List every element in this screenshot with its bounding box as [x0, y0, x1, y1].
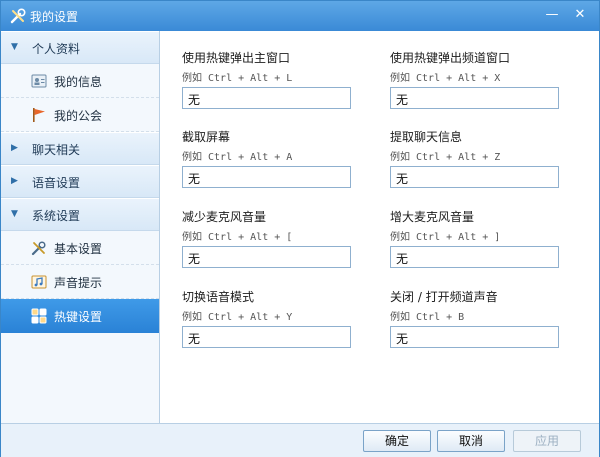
sidebar-item-basic-settings[interactable]: 基本设置	[1, 231, 159, 265]
hotkey-label: 使用热键弹出主窗口	[182, 51, 291, 65]
hotkey-field-main-window: 使用热键弹出主窗口 例如 Ctrl + Alt + L 无	[182, 49, 382, 109]
sidebar-group-label: 语音设置	[32, 176, 81, 190]
minimize-icon: —	[545, 7, 559, 22]
hotkey-field-screenshot: 截取屏幕 例如 Ctrl + Alt + A 无	[182, 128, 382, 188]
hotkey-input[interactable]: 无	[390, 87, 559, 109]
collapsed-triangle-icon: ▶	[11, 143, 18, 153]
hotkey-field-channel-window: 使用热键弹出频道窗口 例如 Ctrl + Alt + X 无	[390, 49, 590, 109]
hotkey-label: 截取屏幕	[182, 130, 231, 144]
sidebar-group-label: 个人资料	[32, 42, 81, 56]
sidebar-group-system[interactable]: ▼ 系统设置	[1, 198, 159, 231]
sidebar-group-label: 系统设置	[32, 209, 81, 223]
expanded-triangle-icon: ▼	[11, 209, 18, 219]
sidebar-item-label: 我的公会	[54, 109, 103, 123]
sidebar-item-label: 我的信息	[54, 75, 103, 89]
hotkey-input[interactable]: 无	[182, 246, 351, 268]
sidebar-group-voice[interactable]: ▶ 语音设置	[1, 165, 159, 198]
hotkey-input[interactable]: 无	[182, 326, 351, 348]
close-button[interactable]: ✕	[569, 5, 591, 25]
sidebar-item-hotkey-settings[interactable]: 热键设置	[1, 299, 159, 333]
hotkey-label: 切换语音模式	[182, 290, 255, 304]
sidebar-item-label: 声音提示	[54, 276, 103, 290]
sidebar-group-chat[interactable]: ▶ 聊天相关	[1, 132, 159, 165]
ok-button[interactable]: 确定	[363, 430, 431, 452]
dialog-footer: 确定 取消 应用	[1, 423, 599, 457]
tools-icon	[31, 241, 46, 256]
hotkey-input[interactable]: 无	[390, 246, 559, 268]
id-card-icon	[31, 74, 47, 88]
hotkey-label: 提取聊天信息	[390, 130, 463, 144]
hotkey-hint: 例如 Ctrl + B	[390, 312, 465, 323]
hotkey-input[interactable]: 无	[182, 87, 351, 109]
hotkey-field-voice-mode: 切换语音模式 例如 Ctrl + Alt + Y 无	[182, 288, 382, 348]
keyboard-grid-icon	[31, 308, 47, 324]
hotkey-hint: 例如 Ctrl + Alt + L	[182, 73, 293, 84]
expanded-triangle-icon: ▼	[11, 42, 18, 52]
flag-icon	[33, 108, 45, 122]
hotkey-label: 增大麦克风音量	[390, 210, 475, 224]
hotkey-label: 关闭 / 打开频道声音	[390, 290, 498, 304]
collapsed-triangle-icon: ▶	[11, 176, 18, 186]
hotkey-label: 使用热键弹出频道窗口	[390, 51, 511, 65]
hotkey-label: 减少麦克风音量	[182, 210, 267, 224]
sidebar-item-my-info[interactable]: 我的信息	[1, 64, 159, 98]
sidebar: ▼ 个人资料 我的信息 我的公会 ▶ 聊天相关 ▶ 语音设置 ▼ 系统设置 基本…	[1, 31, 160, 423]
tools-icon	[10, 8, 26, 24]
sidebar-item-my-guild[interactable]: 我的公会	[1, 98, 159, 132]
sidebar-item-sound-alerts[interactable]: 声音提示	[1, 265, 159, 299]
sidebar-group-personal[interactable]: ▼ 个人资料	[1, 31, 159, 64]
hotkey-input[interactable]: 无	[182, 166, 351, 188]
sound-note-icon	[31, 275, 47, 289]
hotkey-field-channel-sound: 关闭 / 打开频道声音 例如 Ctrl + B 无	[390, 288, 590, 348]
hotkey-hint: 例如 Ctrl + Alt + Z	[390, 152, 501, 163]
hotkey-hint: 例如 Ctrl + Alt + ]	[390, 232, 501, 243]
hotkey-field-extract-chat: 提取聊天信息 例如 Ctrl + Alt + Z 无	[390, 128, 590, 188]
close-icon: ✕	[574, 7, 586, 22]
sidebar-item-label: 热键设置	[54, 310, 103, 324]
title-bar[interactable]: 我的设置 — ✕	[1, 1, 599, 31]
sidebar-group-label: 聊天相关	[32, 143, 81, 157]
hotkey-field-mic-up: 增大麦克风音量 例如 Ctrl + Alt + ] 无	[390, 208, 590, 268]
hotkey-input[interactable]: 无	[390, 166, 559, 188]
hotkey-input[interactable]: 无	[390, 326, 559, 348]
hotkey-hint: 例如 Ctrl + Alt + A	[182, 152, 293, 163]
hotkey-hint: 例如 Ctrl + Alt + X	[390, 73, 501, 84]
hotkey-hint: 例如 Ctrl + Alt + [	[182, 232, 293, 243]
hotkey-field-mic-down: 减少麦克风音量 例如 Ctrl + Alt + [ 无	[182, 208, 382, 268]
window-title: 我的设置	[30, 10, 79, 24]
apply-button[interactable]: 应用	[513, 430, 581, 452]
sidebar-item-label: 基本设置	[54, 242, 103, 256]
cancel-button[interactable]: 取消	[437, 430, 505, 452]
settings-window: 我的设置 — ✕ ▼ 个人资料 我的信息 我的公会 ▶ 聊天相关 ▶ 语音设置 …	[0, 0, 600, 457]
hotkey-panel: 使用热键弹出主窗口 例如 Ctrl + Alt + L 无 使用热键弹出频道窗口…	[160, 31, 599, 423]
minimize-button[interactable]: —	[541, 5, 563, 25]
hotkey-hint: 例如 Ctrl + Alt + Y	[182, 312, 293, 323]
